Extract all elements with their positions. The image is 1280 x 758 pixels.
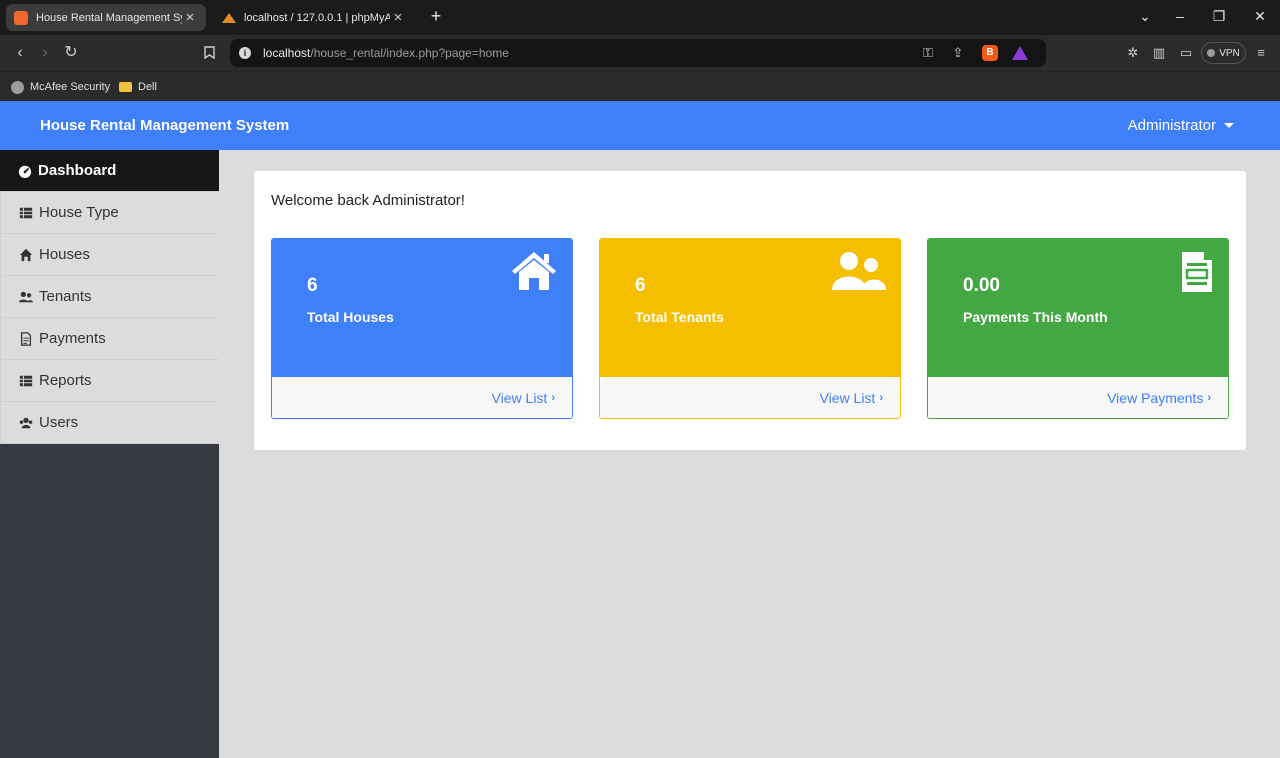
app-navbar: House Rental Management System Administr…	[0, 101, 1280, 150]
restore-icon[interactable]: ❐	[1209, 8, 1229, 25]
vpn-button[interactable]: VPN	[1201, 42, 1246, 64]
xampp-favicon-icon	[14, 10, 28, 25]
home-icon	[512, 252, 556, 290]
browser-toolbar: ‹ › ↻ i localhost/house_rental/index.php…	[0, 35, 1280, 71]
users-group-icon	[19, 416, 33, 430]
view-payments-link[interactable]: View Payments ›	[1107, 390, 1211, 406]
stat-card-payments-this-month: 0.00 Payments This Month View Payments ›	[927, 238, 1229, 419]
link-label: View Payments	[1107, 390, 1204, 406]
sidebar-item-label: Tenants	[39, 288, 92, 305]
folder-icon	[119, 82, 132, 92]
sidebar-item-house-type[interactable]: House Type	[0, 192, 219, 234]
sidebar-item-label: House Type	[39, 204, 119, 221]
sidebar: Dashboard House Type Houses Tenants Paym…	[0, 150, 219, 758]
stat-card-footer: View Payments ›	[928, 377, 1228, 418]
stat-card-footer: View List ›	[272, 377, 572, 418]
sidebar-toggle-icon[interactable]: ▥	[1150, 44, 1168, 62]
list-icon	[19, 206, 33, 220]
stat-card-footer: View List ›	[600, 377, 900, 418]
stat-value: 6	[635, 275, 646, 296]
bookmark-label: Dell	[138, 81, 157, 93]
caret-down-icon	[1224, 123, 1234, 128]
sidebar-item-reports[interactable]: Reports	[0, 360, 219, 402]
stat-label: Payments This Month	[963, 309, 1108, 325]
chevron-right-icon: ›	[1207, 392, 1211, 404]
stat-value: 0.00	[963, 275, 1000, 296]
sidebar-item-houses[interactable]: Houses	[0, 234, 219, 276]
user-dropdown[interactable]: Administrator	[1128, 117, 1234, 134]
app-brand[interactable]: House Rental Management System	[40, 117, 289, 134]
bookmarks-bar: McAfee Security Dell	[0, 71, 1280, 101]
sidebar-item-users[interactable]: Users	[0, 402, 219, 444]
home-icon	[19, 248, 33, 262]
users-icon	[832, 252, 886, 290]
sidebar-item-label: Reports	[39, 372, 92, 389]
list-icon	[19, 374, 33, 388]
menu-icon[interactable]: ≡	[1252, 44, 1270, 62]
stat-card-body: 0.00 Payments This Month	[928, 239, 1228, 377]
url-text: localhost/house_rental/index.php?page=ho…	[263, 46, 509, 60]
view-list-tenants-link[interactable]: View List ›	[820, 390, 883, 406]
window-close-icon[interactable]: ✕	[1250, 8, 1270, 25]
brave-shields-icon[interactable]: B	[982, 45, 998, 61]
vpn-label: VPN	[1219, 47, 1240, 59]
new-tab-plus-icon[interactable]: +	[426, 6, 446, 27]
chevron-right-icon: ›	[879, 392, 883, 404]
extensions-icon[interactable]: ✲	[1124, 44, 1142, 62]
bookmark-label: McAfee Security	[30, 81, 111, 93]
user-name: Administrator	[1127, 117, 1216, 134]
reload-icon[interactable]: ↻	[59, 41, 83, 65]
tab-title: House Rental Management Sys	[36, 11, 182, 24]
phpmyadmin-favicon-icon	[222, 12, 236, 23]
welcome-message: Welcome back Administrator!	[271, 192, 465, 209]
vpn-status-icon	[1207, 49, 1216, 57]
browser-tabbar: House Rental Management Sys × localhost …	[0, 0, 1280, 35]
tab-house-rental[interactable]: House Rental Management Sys ×	[6, 4, 206, 31]
site-info-icon[interactable]: i	[239, 47, 251, 59]
stat-card-body: 6 Total Tenants	[600, 239, 900, 377]
key-icon[interactable]: ⚿	[920, 45, 936, 61]
wallet-icon[interactable]: ▭	[1177, 44, 1195, 62]
minimize-icon[interactable]: –	[1170, 8, 1190, 24]
file-text-icon	[1182, 252, 1212, 292]
sidebar-item-tenants[interactable]: Tenants	[0, 276, 219, 318]
chevron-right-icon: ›	[551, 392, 555, 404]
brave-rewards-icon[interactable]	[1012, 46, 1028, 60]
view-list-houses-link[interactable]: View List ›	[492, 390, 555, 406]
tab-title: localhost / 127.0.0.1 | phpMyAdmin	[244, 11, 390, 24]
main-content: Welcome back Administrator! 6 Total Hous…	[219, 150, 1280, 758]
users-icon	[19, 290, 33, 304]
file-icon	[19, 331, 33, 346]
tab-phpmyadmin[interactable]: localhost / 127.0.0.1 | phpMyAdmin ×	[214, 4, 414, 31]
sidebar-item-label: Payments	[39, 330, 106, 347]
globe-icon	[11, 80, 24, 94]
tab-search-chevron-icon[interactable]: ⌄	[1135, 8, 1155, 25]
sidebar-item-label: Dashboard	[38, 162, 117, 179]
address-bar[interactable]: i localhost/house_rental/index.php?page=…	[230, 39, 1046, 67]
stat-card-total-tenants: 6 Total Tenants View List ›	[599, 238, 901, 419]
sidebar-item-label: Users	[39, 414, 79, 431]
dashboard-card: Welcome back Administrator! 6 Total Hous…	[254, 171, 1246, 450]
stat-card-total-houses: 6 Total Houses View List ›	[271, 238, 573, 419]
tab-close-icon[interactable]: ×	[390, 9, 406, 26]
stat-value: 6	[307, 275, 318, 296]
share-icon[interactable]: ⇪	[950, 45, 966, 61]
tab-close-icon[interactable]: ×	[182, 9, 198, 26]
bookmark-dell[interactable]: Dell	[119, 78, 157, 96]
dashboard-icon	[18, 164, 32, 178]
back-icon[interactable]: ‹	[8, 41, 32, 65]
sidebar-item-label: Houses	[39, 246, 90, 263]
sidebar-item-dashboard[interactable]: Dashboard	[0, 150, 219, 192]
link-label: View List	[491, 390, 548, 406]
sidebar-item-payments[interactable]: Payments	[0, 318, 219, 360]
stat-label: Total Tenants	[635, 309, 724, 325]
link-label: View List	[819, 390, 876, 406]
stat-card-body: 6 Total Houses	[272, 239, 572, 377]
bookmark-mcafee[interactable]: McAfee Security	[11, 78, 110, 96]
stat-label: Total Houses	[307, 309, 394, 325]
forward-icon[interactable]: ›	[33, 41, 57, 65]
bookmark-icon[interactable]	[197, 41, 221, 65]
